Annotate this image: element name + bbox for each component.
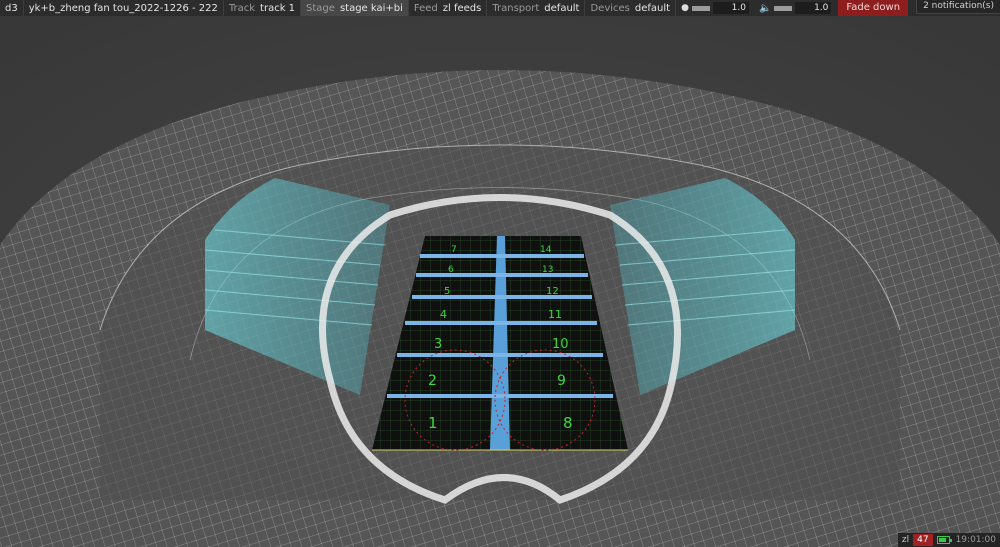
stage-number-right-12: 12 <box>546 286 559 297</box>
stage-number-left-4: 4 <box>440 308 447 321</box>
stage-viewport[interactable]: 1 2 3 4 5 6 7 8 9 10 11 12 13 14 <box>0 16 1000 547</box>
transport-value: default <box>544 2 580 14</box>
stage-number-right-13: 13 <box>542 265 553 275</box>
track-label: Track <box>228 2 256 14</box>
stage-number-left-6: 6 <box>448 265 454 275</box>
project-label: yk+b_zheng fan tou_2022-1226 - 222 <box>28 2 218 14</box>
stage-number-right-9: 9 <box>557 373 566 389</box>
feed-selector[interactable]: Feed zl feeds <box>407 0 486 16</box>
transport-label: Transport <box>492 2 540 14</box>
volume-value[interactable]: 1.0 <box>795 2 832 14</box>
user-label: zl <box>901 535 910 545</box>
volume-slider[interactable] <box>774 5 793 11</box>
stage-label: Stage <box>306 2 335 14</box>
app-name[interactable]: d3 <box>0 0 23 16</box>
brightness-control: ● 1.0 <box>675 0 754 16</box>
app-label: d3 <box>5 2 18 14</box>
stage-value: stage kai+bi <box>339 2 403 14</box>
stage-number-right-10: 10 <box>552 337 569 352</box>
lightbulb-icon: ● <box>681 3 689 13</box>
devices-value: default <box>634 2 671 14</box>
fps-badge: 47 <box>913 534 933 546</box>
stage-number-right-11: 11 <box>548 308 562 321</box>
stage-number-right-14: 14 <box>540 245 552 255</box>
stage-number-left-7: 7 <box>451 245 457 255</box>
stage-number-left-1: 1 <box>428 414 438 432</box>
devices-selector[interactable]: Devices default <box>584 0 675 16</box>
feed-label: Feed <box>413 2 438 14</box>
stage-number-right-8: 8 <box>563 414 573 432</box>
stage-selector[interactable]: Stage stage kai+bi <box>300 0 408 16</box>
top-toolbar: d3 yk+b_zheng fan tou_2022-1226 - 222 Tr… <box>0 0 1000 16</box>
stage-number-left-3: 3 <box>434 337 442 352</box>
notifications-button[interactable]: 2 notification(s) <box>916 0 1000 14</box>
stage-number-left-2: 2 <box>428 373 437 389</box>
battery-fill <box>938 538 946 542</box>
stage-number-left-5: 5 <box>444 286 450 297</box>
track-value: track 1 <box>260 2 296 14</box>
project-name[interactable]: yk+b_zheng fan tou_2022-1226 - 222 <box>22 0 223 16</box>
track-selector[interactable]: Track track 1 <box>222 0 300 16</box>
status-bar: zl 47 19:01:00 <box>897 533 1000 547</box>
battery-icon <box>936 536 952 544</box>
transport-selector[interactable]: Transport default <box>486 0 584 16</box>
brightness-slider[interactable] <box>691 5 710 11</box>
clock: 19:01:00 <box>955 535 996 545</box>
fade-down-button[interactable]: Fade down <box>838 0 909 16</box>
volume-control: 🔈 1.0 <box>754 0 836 16</box>
devices-label: Devices <box>590 2 630 14</box>
speaker-icon: 🔈 <box>758 2 772 14</box>
feed-value: zl feeds <box>442 2 482 14</box>
brightness-value[interactable]: 1.0 <box>712 2 749 14</box>
